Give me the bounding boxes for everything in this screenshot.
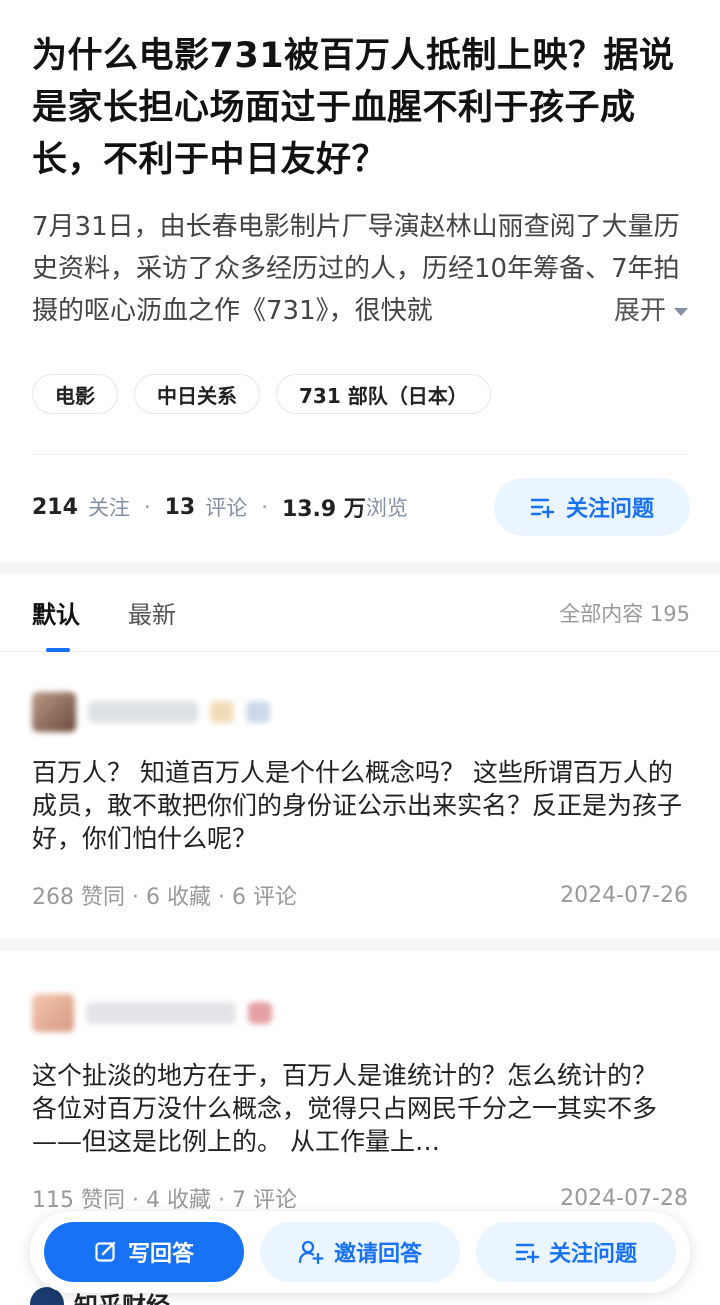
tab-latest[interactable]: 最新 — [128, 574, 176, 652]
answer-card[interactable]: 这个扯淡的地方在于，百万人是谁统计的？怎么统计的？ 各位对百万没什么概念，觉得只… — [0, 951, 720, 1216]
answer-date: 2024-07-28 — [560, 1185, 688, 1211]
total-content-count: 全部内容 195 — [559, 601, 690, 626]
follow-list-icon — [530, 498, 554, 518]
question-excerpt[interactable]: 7月31日，由长春电影制片厂导演赵林山丽查阅了大量历史资料，采访了众多经历过的人… — [32, 206, 688, 332]
answer-excerpt[interactable]: 这个扯淡的地方在于，百万人是谁统计的？怎么统计的？ 各位对百万没什么概念，觉得只… — [32, 1059, 688, 1158]
write-answer-label: 写回答 — [127, 1242, 194, 1267]
follow-question-label: 关注问题 — [565, 497, 654, 522]
followers-label: 关注 — [87, 496, 130, 520]
author-name-blurred[interactable] — [86, 1002, 236, 1024]
expand-label: 展开 — [613, 296, 666, 326]
followers-count: 214 — [32, 494, 78, 520]
question-stats-row: 214 关注 · 13 评论 · 13.9 万 浏览 关注问题 — [0, 455, 720, 537]
author-row[interactable] — [32, 951, 688, 1055]
separator-dot: · — [132, 885, 146, 910]
excerpt-fade: 展开 — [488, 290, 688, 332]
follow-question-label: 关注问题 — [548, 1242, 637, 1267]
separator-dot: · — [261, 495, 268, 519]
follow-question-bottom-button[interactable]: 关注问题 — [476, 1222, 676, 1282]
answer-stats: 268 赞同 · 6 收藏 · 6 评论 — [32, 879, 297, 911]
author-name-blurred[interactable] — [88, 701, 198, 723]
question-header: 为什么电影731被百万人抵制上映？据说是家长担心场面过于血腥不利于孩子成长，不利… — [0, 0, 720, 414]
topic-tag[interactable]: 中日关系 — [134, 374, 260, 414]
answer-stats: 115 赞同 · 4 收藏 · 7 评论 — [32, 1182, 297, 1214]
chevron-down-icon — [674, 308, 688, 316]
question-stats: 214 关注 · 13 评论 · 13.9 万 浏览 — [32, 491, 408, 523]
comments-count: 7 评论 — [232, 1188, 297, 1213]
answer-date: 2024-07-26 — [560, 882, 688, 908]
author-row[interactable] — [32, 652, 688, 752]
expand-button[interactable]: 展开 — [614, 290, 688, 332]
section-divider — [0, 562, 720, 574]
question-title: 为什么电影731被百万人抵制上映？据说是家长担心场面过于血腥不利于孩子成长，不利… — [32, 36, 675, 180]
author-badge-blurred — [246, 701, 270, 723]
bottom-action-bar: 写回答 邀请回答 关注问题 — [30, 1211, 690, 1293]
likes-count: 268 赞同 — [32, 885, 125, 910]
comments-count: 6 评论 — [232, 885, 297, 910]
answer-excerpt[interactable]: 百万人？ 知道百万人是个什么概念吗？ 这些所谓百万人的成员，敢不敢把你们的身份证… — [32, 756, 688, 855]
author-badge-blurred — [248, 1002, 272, 1024]
likes-count: 115 赞同 — [32, 1188, 125, 1213]
answer-sort-tabs: 默认 最新 全部内容 195 — [0, 574, 720, 652]
topic-tag[interactable]: 电影 — [32, 374, 118, 414]
views-label: 浏览 — [365, 496, 408, 520]
invite-user-icon — [298, 1240, 324, 1264]
write-answer-button[interactable]: 写回答 — [44, 1222, 244, 1282]
avatar[interactable] — [32, 692, 76, 732]
edit-icon — [95, 1241, 116, 1262]
answer-card[interactable]: 百万人？ 知道百万人是个什么概念吗？ 这些所谓百万人的成员，敢不敢把你们的身份证… — [0, 652, 720, 913]
invite-answer-button[interactable]: 邀请回答 — [260, 1222, 460, 1282]
separator-dot: · — [218, 1188, 232, 1213]
favorites-count: 4 收藏 — [146, 1188, 211, 1213]
comments-count[interactable]: 13 — [165, 495, 196, 520]
favorites-count: 6 收藏 — [146, 885, 211, 910]
answer-meta: 268 赞同 · 6 收藏 · 6 评论 2024-07-26 — [32, 877, 688, 913]
topic-tags: 电影 中日关系 731 部队（日本） — [32, 374, 688, 414]
topic-tag[interactable]: 731 部队（日本） — [276, 374, 491, 414]
follow-question-button[interactable]: 关注问题 — [494, 478, 690, 536]
separator-dot: · — [143, 495, 151, 519]
tab-default[interactable]: 默认 — [32, 574, 80, 652]
separator-dot: · — [218, 885, 232, 910]
avatar[interactable] — [32, 994, 74, 1032]
author-badge-blurred — [210, 701, 234, 723]
views-count: 13.9 万 — [281, 497, 366, 522]
invite-answer-label: 邀请回答 — [333, 1242, 422, 1267]
follow-list-icon — [515, 1243, 539, 1263]
section-divider — [0, 939, 720, 951]
separator-dot: · — [132, 1188, 146, 1213]
comments-label[interactable]: 评论 — [205, 492, 247, 522]
